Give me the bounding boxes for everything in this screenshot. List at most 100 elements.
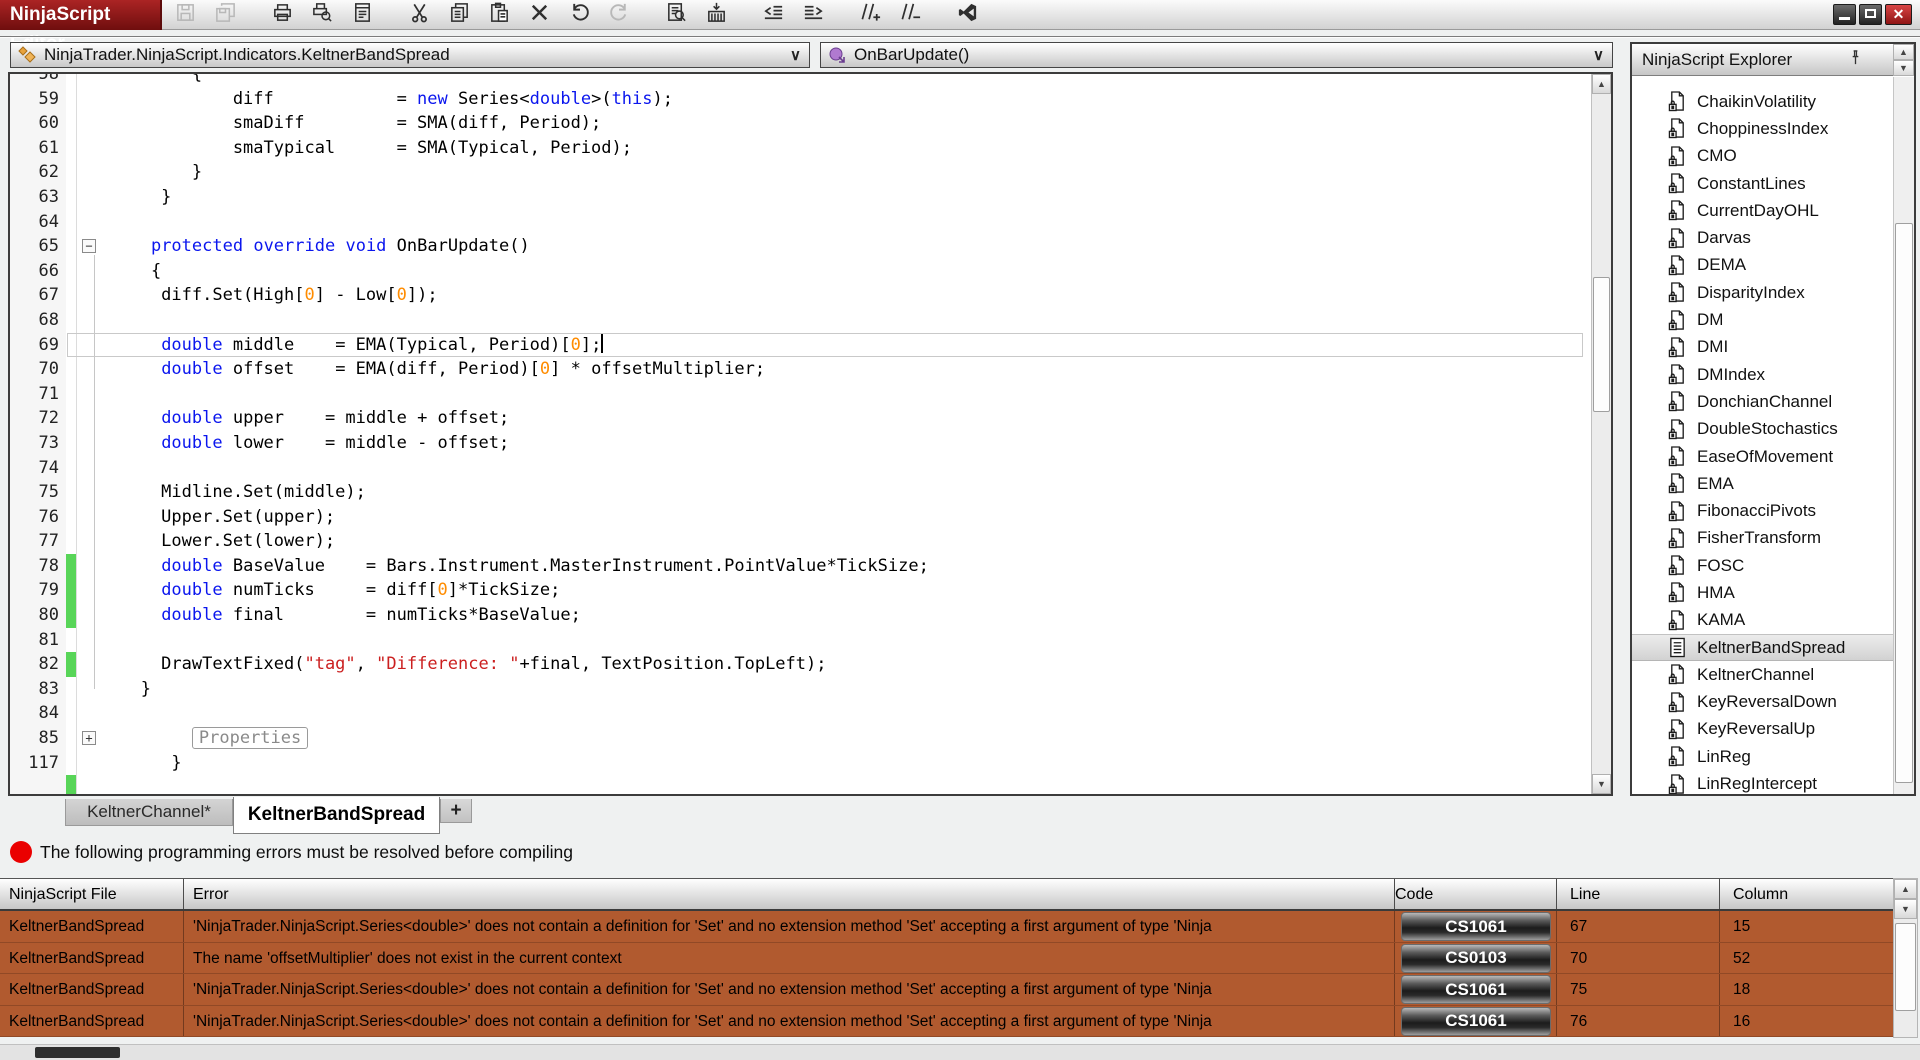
- outdent-button[interactable]: [760, 2, 787, 29]
- minimize-button[interactable]: [1833, 4, 1856, 25]
- explorer-item-kama[interactable]: KAMA: [1632, 607, 1893, 634]
- explorer-item-chaikinvolatility[interactable]: ChaikinVolatility: [1632, 88, 1893, 115]
- error-row[interactable]: KeltnerBandSpread The name 'offsetMultipl…: [0, 942, 1893, 974]
- comment-selection-button[interactable]: [857, 2, 884, 29]
- code-line-83[interactable]: 83 }: [10, 677, 1591, 702]
- code-line-73[interactable]: 73 double lower = middle - offset;: [10, 431, 1591, 456]
- explorer-item-doublestochastics[interactable]: DoubleStochastics: [1632, 416, 1893, 443]
- explorer-item-ema[interactable]: EMA: [1632, 470, 1893, 497]
- code-line-85[interactable]: 85 + Properties: [10, 726, 1591, 751]
- uncomment-selection-button[interactable]: [897, 2, 924, 29]
- explorer-item-fishertransform[interactable]: FisherTransform: [1632, 525, 1893, 552]
- save-all-button[interactable]: [212, 2, 239, 29]
- column-header-column[interactable]: Column: [1720, 879, 1893, 909]
- print-button[interactable]: [269, 2, 296, 29]
- pin-button[interactable]: [1844, 49, 1866, 71]
- explorer-item-disparityindex[interactable]: DisparityIndex: [1632, 279, 1893, 306]
- code-line-84[interactable]: 84: [10, 701, 1591, 726]
- code-line-72[interactable]: 72 double upper = middle + offset;: [10, 406, 1591, 431]
- maximize-button[interactable]: [1859, 4, 1882, 25]
- code-line-75[interactable]: 75 Midline.Set(middle);: [10, 480, 1591, 505]
- error-row[interactable]: KeltnerBandSpread 'NinjaTrader.NinjaScrip…: [0, 974, 1893, 1006]
- explorer-item-linreg[interactable]: LinReg: [1632, 743, 1893, 770]
- explorer-item-choppinessindex[interactable]: ChoppinessIndex: [1632, 115, 1893, 142]
- explorer-item-linregintercept[interactable]: LinRegIntercept: [1632, 770, 1893, 794]
- close-button[interactable]: ✕: [1885, 4, 1912, 25]
- explorer-item-keltnerchannel[interactable]: KeltnerChannel: [1632, 661, 1893, 688]
- explorer-scroll-up-button[interactable]: ▲: [1893, 44, 1914, 60]
- scroll-up-button[interactable]: ▲: [1592, 74, 1611, 94]
- page-setup-button[interactable]: [349, 2, 376, 29]
- scrollbar-thumb[interactable]: [35, 1047, 120, 1058]
- type-selector-dropdown[interactable]: NinjaTrader.NinjaScript.Indicators.Keltn…: [10, 42, 810, 68]
- indent-button[interactable]: [800, 2, 827, 29]
- explorer-item-cmo[interactable]: CMO: [1632, 143, 1893, 170]
- code-line-76[interactable]: 76 Upper.Set(upper);: [10, 505, 1591, 530]
- code-line-end[interactable]: [10, 775, 1591, 794]
- explorer-vertical-scrollbar[interactable]: [1893, 77, 1914, 794]
- editor-vertical-scrollbar[interactable]: ▲ ▼: [1591, 74, 1611, 794]
- code-line-71[interactable]: 71: [10, 382, 1591, 407]
- code-line-65[interactable]: 65 − protected override void OnBarUpdate(…: [10, 234, 1591, 259]
- undo-button[interactable]: [566, 2, 593, 29]
- code-line-79[interactable]: 79 double numTicks = diff[0]*TickSize;: [10, 578, 1591, 604]
- new-tab-button[interactable]: +: [440, 799, 472, 823]
- column-header-ninjascript-file[interactable]: NinjaScript File: [0, 879, 184, 909]
- code-line-74[interactable]: 74: [10, 456, 1591, 481]
- code-line-68[interactable]: 68: [10, 308, 1591, 333]
- explorer-item-fibonaccipivots[interactable]: FibonacciPivots: [1632, 497, 1893, 524]
- error-row[interactable]: KeltnerBandSpread 'NinjaTrader.NinjaScrip…: [0, 911, 1893, 943]
- code-line-78[interactable]: 78 double BaseValue = Bars.Instrument.Ma…: [10, 553, 1591, 579]
- explorer-scroll-down-button[interactable]: ▼: [1893, 60, 1914, 76]
- horizontal-scrollbar[interactable]: [0, 1044, 1920, 1060]
- code-area[interactable]: 58 {59 diff = new Series<double>(this); 6…: [10, 74, 1591, 794]
- explorer-item-darvas[interactable]: Darvas: [1632, 224, 1893, 251]
- code-line-70[interactable]: 70 double offset = EMA(diff, Period)[0] …: [10, 357, 1591, 382]
- explorer-item-dmi[interactable]: DMI: [1632, 334, 1893, 361]
- scroll-up-button[interactable]: ▲: [1894, 879, 1917, 899]
- explorer-item-easeofmovement[interactable]: EaseOfMovement: [1632, 443, 1893, 470]
- explorer-item-keyreversalup[interactable]: KeyReversalUp: [1632, 716, 1893, 743]
- scroll-down-button[interactable]: ▼: [1894, 899, 1917, 919]
- code-line-66[interactable]: 66 {: [10, 259, 1591, 284]
- column-header-line[interactable]: Line: [1557, 879, 1720, 909]
- error-row[interactable]: KeltnerBandSpread 'NinjaTrader.NinjaScrip…: [0, 1005, 1893, 1037]
- explorer-item-keyreversaldown[interactable]: KeyReversalDown: [1632, 689, 1893, 716]
- print-preview-button[interactable]: [309, 2, 336, 29]
- collapse-region-icon[interactable]: −: [82, 239, 96, 254]
- code-line-60[interactable]: 60 smaDiff = SMA(diff, Period);: [10, 111, 1591, 136]
- explorer-item-keltnerbandspread[interactable]: KeltnerBandSpread: [1632, 633, 1893, 662]
- paste-button[interactable]: [486, 2, 513, 29]
- copy-button[interactable]: [446, 2, 473, 29]
- explorer-item-currentdayohl[interactable]: CurrentDayOHL: [1632, 197, 1893, 224]
- explorer-item-dema[interactable]: DEMA: [1632, 252, 1893, 279]
- column-header-error[interactable]: Error: [184, 879, 1395, 909]
- code-line-81[interactable]: 81: [10, 628, 1591, 653]
- scroll-down-button[interactable]: ▼: [1592, 774, 1611, 794]
- code-line-62[interactable]: 62 }: [10, 160, 1591, 185]
- explorer-item-fosc[interactable]: FOSC: [1632, 552, 1893, 579]
- explorer-item-dm[interactable]: DM: [1632, 306, 1893, 333]
- open-visual-studio-button[interactable]: [954, 2, 981, 29]
- code-line-58[interactable]: 58 {: [10, 74, 1591, 87]
- code-line-63[interactable]: 63 }: [10, 185, 1591, 210]
- code-line-69[interactable]: 69 double middle = EMA(Typical, Period)[…: [10, 332, 1591, 358]
- compile-button[interactable]: [703, 2, 730, 29]
- code-line-64[interactable]: 64: [10, 210, 1591, 235]
- explorer-item-constantlines[interactable]: ConstantLines: [1632, 170, 1893, 197]
- explorer-item-dmindex[interactable]: DMIndex: [1632, 361, 1893, 388]
- code-line-59[interactable]: 59 diff = new Series<double>(this);: [10, 87, 1591, 112]
- tab-keltnerchannel[interactable]: KeltnerChannel*: [65, 799, 233, 826]
- cut-button[interactable]: [406, 2, 433, 29]
- tab-keltnerbandspread[interactable]: KeltnerBandSpread: [233, 797, 440, 834]
- column-header-code[interactable]: Code: [1395, 879, 1557, 909]
- code-line-82[interactable]: 82 DrawTextFixed("tag", "Difference: "+f…: [10, 652, 1591, 677]
- code-line-77[interactable]: 77 Lower.Set(lower);: [10, 529, 1591, 554]
- explorer-item-donchianchannel[interactable]: DonchianChannel: [1632, 388, 1893, 415]
- code-line-67[interactable]: 67 diff.Set(High[0] - Low[0]);: [10, 283, 1591, 308]
- scrollbar-thumb[interactable]: [1593, 277, 1610, 412]
- code-line-117[interactable]: 117 }: [10, 751, 1591, 776]
- error-table-scrollbar[interactable]: ▲ ▼: [1893, 878, 1918, 1038]
- delete-button[interactable]: [526, 2, 553, 29]
- scrollbar-thumb[interactable]: [1895, 223, 1913, 783]
